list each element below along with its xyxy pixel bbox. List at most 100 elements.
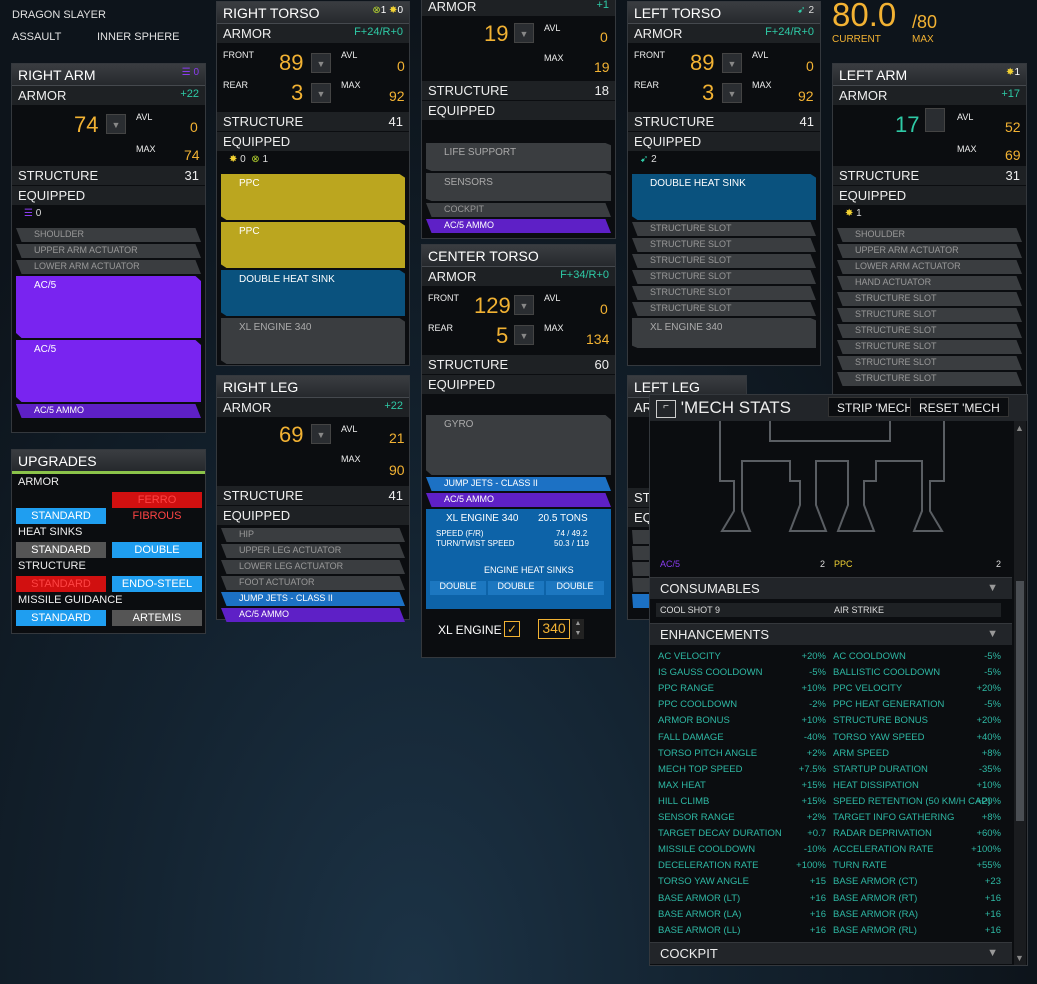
ammo-slot[interactable]: AC/5 AMMO <box>426 219 611 233</box>
structure-slot[interactable]: STRUCTURE SLOT <box>632 286 816 300</box>
structure-slot[interactable]: STRUCTURE SLOT <box>632 254 816 268</box>
armor-ferro-button[interactable]: FERRO FIBROUS <box>112 492 202 522</box>
ehs-slot-1[interactable]: DOUBLE <box>430 581 486 595</box>
front-stepper[interactable]: ▼ <box>722 53 742 73</box>
front-value: 129 <box>474 293 511 318</box>
engine-rating-input[interactable]: 340 <box>538 619 570 639</box>
jump-jets[interactable]: JUMP JETS - CLASS II <box>221 592 405 606</box>
structure-slot[interactable]: STRUCTURE SLOT <box>837 356 1022 370</box>
armor-bonus: +1 <box>596 0 609 11</box>
structure-slot[interactable]: STRUCTURE SLOT <box>837 340 1022 354</box>
mg-artemis-button[interactable]: ARTEMIS <box>112 610 202 626</box>
avl-value: 0 <box>190 119 198 135</box>
xl-engine-slot[interactable]: XL ENGINE 340 <box>221 318 405 364</box>
slot-lower-arm[interactable]: LOWER ARM ACTUATOR <box>16 260 201 274</box>
engine-block[interactable]: XL ENGINE 340 20.5 TONS SPEED (F/R) 74 /… <box>426 509 611 609</box>
scroll-down-icon[interactable]: ▼ <box>1015 953 1024 963</box>
xl-engine-slot[interactable]: XL ENGINE 340 <box>632 318 816 348</box>
enhancement-value: +16 <box>809 908 826 920</box>
scroll-up-icon[interactable]: ▲ <box>1015 423 1024 433</box>
armor-standard-button[interactable]: STANDARD <box>16 508 106 524</box>
structure-slot[interactable]: STRUCTURE SLOT <box>837 292 1022 306</box>
slot-upper-arm[interactable]: UPPER ARM ACTUATOR <box>16 244 201 258</box>
slot-life-support[interactable]: LIFE SUPPORT <box>426 143 611 171</box>
double-heat-sink[interactable]: DOUBLE HEAT SINK <box>632 174 816 220</box>
enhancement-name: BASE ARMOR (CT) <box>833 876 918 888</box>
slot-upper-leg[interactable]: UPPER LEG ACTUATOR <box>221 544 405 558</box>
consumable-item[interactable]: AIR STRIKE <box>834 605 884 615</box>
jump-jets[interactable]: JUMP JETS - CLASS II <box>426 477 611 491</box>
front-stepper[interactable]: ▼ <box>514 295 534 315</box>
left-torso-panel: LEFT TORSO ➹ 2 ARMOR F+24/R+0 FRONT 89 ▼ A… <box>627 1 821 366</box>
slot-cockpit[interactable]: COCKPIT <box>426 203 611 217</box>
rear-stepper[interactable]: ▼ <box>514 325 534 345</box>
weapon-ppc-2[interactable]: PPC <box>221 222 405 268</box>
armor-stepper[interactable] <box>925 108 945 132</box>
engine-rating-spinner[interactable]: ▲ ▼ <box>572 619 584 639</box>
hs-double-button[interactable]: DOUBLE <box>112 542 202 558</box>
upgrade-armor-label: ARMOR <box>18 476 59 488</box>
avl-value: 0 <box>600 301 608 317</box>
max-label: MAX <box>912 34 934 45</box>
hs-standard-button[interactable]: STANDARD <box>16 542 106 558</box>
enhancement-value: +20% <box>976 715 1001 727</box>
weapon-ac5-2[interactable]: AC/5 <box>16 340 201 402</box>
consumables-header[interactable]: CONSUMABLES ▼ <box>650 577 1012 599</box>
slot-sensors[interactable]: SENSORS <box>426 173 611 201</box>
rear-stepper[interactable]: ▼ <box>311 83 331 103</box>
slot-upper-arm[interactable]: UPPER ARM ACTUATOR <box>837 244 1022 258</box>
enhancement-value: -5% <box>984 667 1001 679</box>
cockpit-header[interactable]: COCKPIT ▼ <box>650 942 1012 964</box>
structure-label: STRUCTURE <box>428 357 509 372</box>
structure-slot[interactable]: STRUCTURE SLOT <box>837 308 1022 322</box>
armor-stepper[interactable]: ▼ <box>514 23 534 43</box>
structure-slot[interactable]: STRUCTURE SLOT <box>632 270 816 284</box>
xl-engine-checkbox[interactable]: ✓ <box>504 621 520 637</box>
enhancement-value: +16 <box>809 924 826 936</box>
enhancements-header[interactable]: ENHANCEMENTS ▼ <box>650 623 1012 645</box>
structure-slot[interactable]: STRUCTURE SLOT <box>632 302 816 316</box>
slot-gyro[interactable]: GYRO <box>426 415 611 475</box>
consumable-item[interactable]: COOL SHOT 9 <box>660 605 720 615</box>
slot-lower-arm[interactable]: LOWER ARM ACTUATOR <box>837 260 1022 274</box>
ammo-slot[interactable]: AC/5 AMMO <box>16 404 201 418</box>
ehs-slot-2[interactable]: DOUBLE <box>488 581 544 595</box>
front-value: 89 <box>279 50 304 75</box>
slot-hip[interactable]: HIP <box>221 528 405 542</box>
armor-stepper[interactable]: ▼ <box>311 424 331 444</box>
double-heat-sink[interactable]: DOUBLE HEAT SINK <box>221 270 405 316</box>
rear-stepper[interactable]: ▼ <box>722 83 742 103</box>
weapon-ppc-1[interactable]: PPC <box>221 174 405 220</box>
struct-standard-button[interactable]: STANDARD <box>16 576 106 592</box>
enhancement-row: PPC RANGE +10% <box>658 683 826 694</box>
enhancement-value: +8% <box>981 747 1001 759</box>
mg-standard-button[interactable]: STANDARD <box>16 610 106 626</box>
structure-slot[interactable]: STRUCTURE SLOT <box>837 372 1022 386</box>
structure-slot[interactable]: STRUCTURE SLOT <box>837 324 1022 338</box>
slot-lower-leg[interactable]: LOWER LEG ACTUATOR <box>221 560 405 574</box>
slot-foot[interactable]: FOOT ACTUATOR <box>221 576 405 590</box>
slot-hand[interactable]: HAND ACTUATOR <box>837 276 1022 290</box>
equipped-label: EQUIPPED <box>18 188 86 203</box>
front-stepper[interactable]: ▼ <box>311 53 331 73</box>
ammo-slot[interactable]: AC/5 AMMO <box>221 608 405 622</box>
structure-slot[interactable]: STRUCTURE SLOT <box>632 222 816 236</box>
slot-shoulder[interactable]: SHOULDER <box>16 228 201 242</box>
ehs-slot-3[interactable]: DOUBLE <box>546 581 604 595</box>
weapon-ac5-1[interactable]: AC/5 <box>16 276 201 338</box>
stats-scrollbar[interactable]: ▲ ▼ <box>1014 421 1026 965</box>
upgrade-mg-label: MISSILE GUIDANCE <box>18 594 123 606</box>
ammo-slot[interactable]: AC/5 AMMO <box>426 493 611 507</box>
max-label: MAX <box>544 53 564 63</box>
right-torso-title: RIGHT TORSO ⊗1 ✸0 <box>217 2 409 24</box>
scroll-thumb[interactable] <box>1016 581 1024 821</box>
armor-stepper[interactable]: ▼ <box>106 114 126 134</box>
slot-shoulder[interactable]: SHOULDER <box>837 228 1022 242</box>
enhancement-name: AC VELOCITY <box>658 651 721 662</box>
enhancement-name: TORSO YAW ANGLE <box>658 876 749 888</box>
strip-mech-button[interactable]: STRIP 'MECH <box>828 397 923 417</box>
struct-endo-button[interactable]: ENDO-STEEL <box>112 576 202 592</box>
torso-icons: ⊗1 ✸0 <box>372 5 403 16</box>
reset-mech-button[interactable]: RESET 'MECH <box>910 397 1009 417</box>
structure-slot[interactable]: STRUCTURE SLOT <box>632 238 816 252</box>
